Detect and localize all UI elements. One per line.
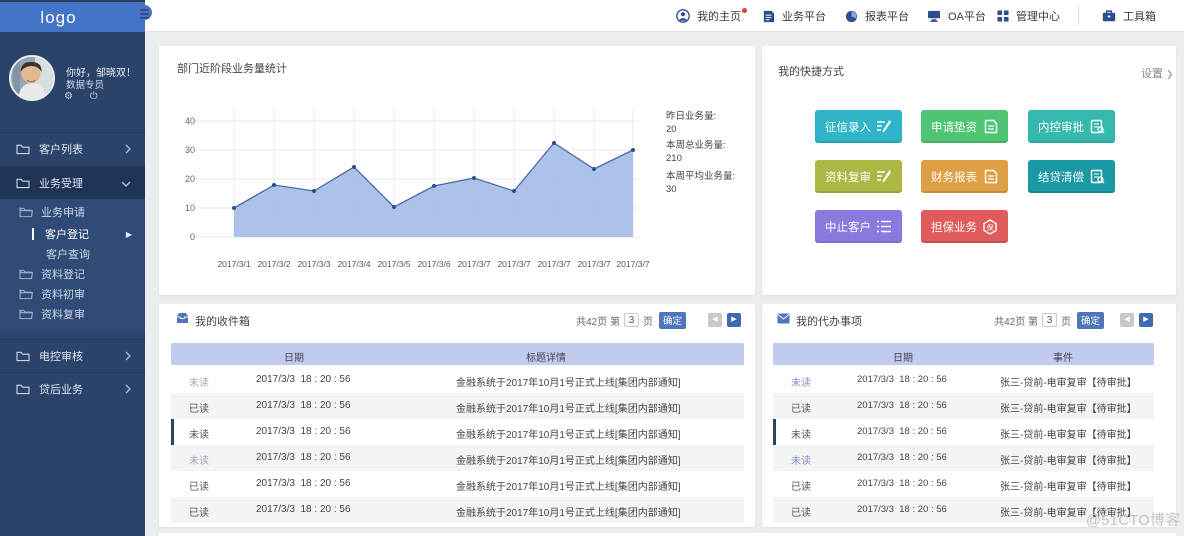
svg-text:2017/3/3: 2017/3/3 — [297, 259, 330, 269]
svg-text:2017/3/7: 2017/3/7 — [616, 259, 649, 269]
svg-text:2017/3/5: 2017/3/5 — [377, 259, 410, 269]
svg-text:2017/3/6: 2017/3/6 — [417, 259, 450, 269]
svg-text:2017/3/7: 2017/3/7 — [537, 259, 570, 269]
svg-text:0: 0 — [190, 232, 195, 242]
svg-text:20: 20 — [185, 174, 195, 184]
svg-text:2017/3/2: 2017/3/2 — [257, 259, 290, 269]
svg-text:30: 30 — [185, 145, 195, 155]
svg-text:2017/3/7: 2017/3/7 — [457, 259, 490, 269]
svg-text:2017/3/7: 2017/3/7 — [577, 259, 610, 269]
svg-text:保: 保 — [987, 223, 994, 232]
svg-text:2017/3/1: 2017/3/1 — [217, 259, 250, 269]
svg-text:40: 40 — [185, 116, 195, 126]
svg-text:10: 10 — [185, 203, 195, 213]
svg-text:2017/3/7: 2017/3/7 — [497, 259, 530, 269]
svg-text:2017/3/4: 2017/3/4 — [337, 259, 370, 269]
